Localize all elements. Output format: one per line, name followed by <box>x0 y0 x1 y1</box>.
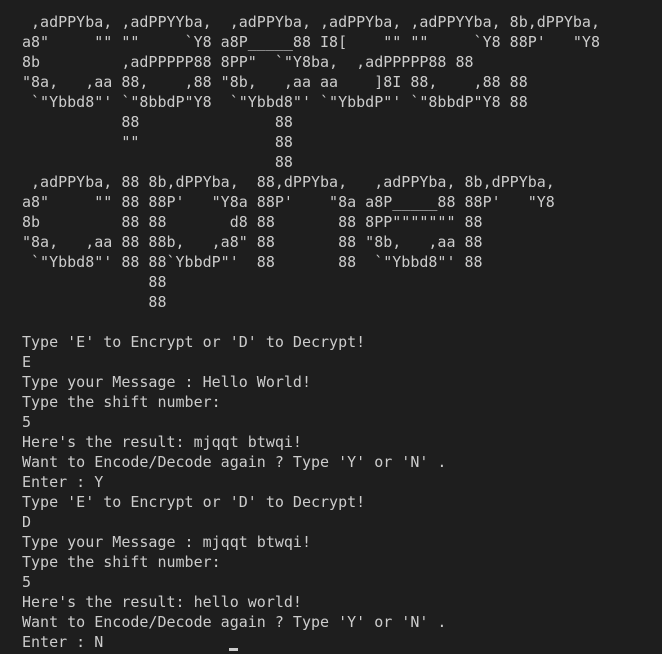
user-input-mode: D <box>22 513 32 531</box>
user-input-shift: 5 <box>22 413 32 431</box>
ascii-art-line: ,adPPYba, 88 8b,dPPYba, 88,dPPYba, ,adPP… <box>22 173 555 191</box>
ascii-art-line: 8b ,adPPPPP88 8PP" `"Y8ba, ,adPPPPP88 88 <box>22 53 474 71</box>
ascii-art-line: `"Ybbd8"' 88 88`YbbdP"' 88 88 `"Ybbd8"' … <box>22 253 483 271</box>
ascii-art-line: "8a, ,aa 88, ,88 "8b, ,aa aa ]8I 88, ,88… <box>22 73 528 91</box>
prompt-mode: Type 'E' to Encrypt or 'D' to Decrypt! <box>22 333 366 351</box>
result-line: Here's the result: hello world! <box>22 593 302 611</box>
user-input-shift: 5 <box>22 573 32 591</box>
ascii-art-line: ,adPPYba, ,adPPYYba, ,adPPYba, ,adPPYba,… <box>22 13 600 31</box>
user-input-mode: E <box>22 353 32 371</box>
ascii-art-line: 88 <box>22 153 293 171</box>
text-cursor <box>229 648 238 651</box>
prompt-shift: Type the shift number: <box>22 393 221 411</box>
ascii-art-line: `"Ybbd8"' `"8bbdP"Y8 `"Ybbd8"' `"YbbdP"'… <box>22 93 528 111</box>
prompt-shift: Type the shift number: <box>22 553 221 571</box>
prompt-message: Type your Message : mjqqt btwqi! <box>22 533 311 551</box>
ascii-art-line: "" 88 <box>22 133 293 151</box>
prompt-message: Type your Message : Hello World! <box>22 373 311 391</box>
result-line: Here's the result: mjqqt btwqi! <box>22 433 302 451</box>
user-input-again: Enter : Y <box>22 473 104 491</box>
ascii-art-line: a8" "" "" `Y8 a8P_____88 I8[ "" "" `Y8 8… <box>22 33 600 51</box>
ascii-art-line: 8b 88 88 d8 88 88 8PP""""""" 88 <box>22 213 483 231</box>
terminal-output[interactable]: ,adPPYba, ,adPPYYba, ,adPPYba, ,adPPYba,… <box>0 0 662 654</box>
ascii-art-line: 88 <box>22 273 167 291</box>
ascii-art-line: a8" "" 88 88P' "Y8a 88P' "8a a8P_____88 … <box>22 193 555 211</box>
ascii-art-line: 88 <box>22 293 167 311</box>
ascii-art-line: 88 88 <box>22 113 293 131</box>
ascii-art-line: "8a, ,aa 88 88b, ,a8" 88 88 "8b, ,aa 88 <box>22 233 483 251</box>
user-input-again: Enter : N <box>22 633 104 651</box>
prompt-again: Want to Encode/Decode again ? Type 'Y' o… <box>22 613 447 631</box>
prompt-mode: Type 'E' to Encrypt or 'D' to Decrypt! <box>22 493 366 511</box>
prompt-again: Want to Encode/Decode again ? Type 'Y' o… <box>22 453 447 471</box>
